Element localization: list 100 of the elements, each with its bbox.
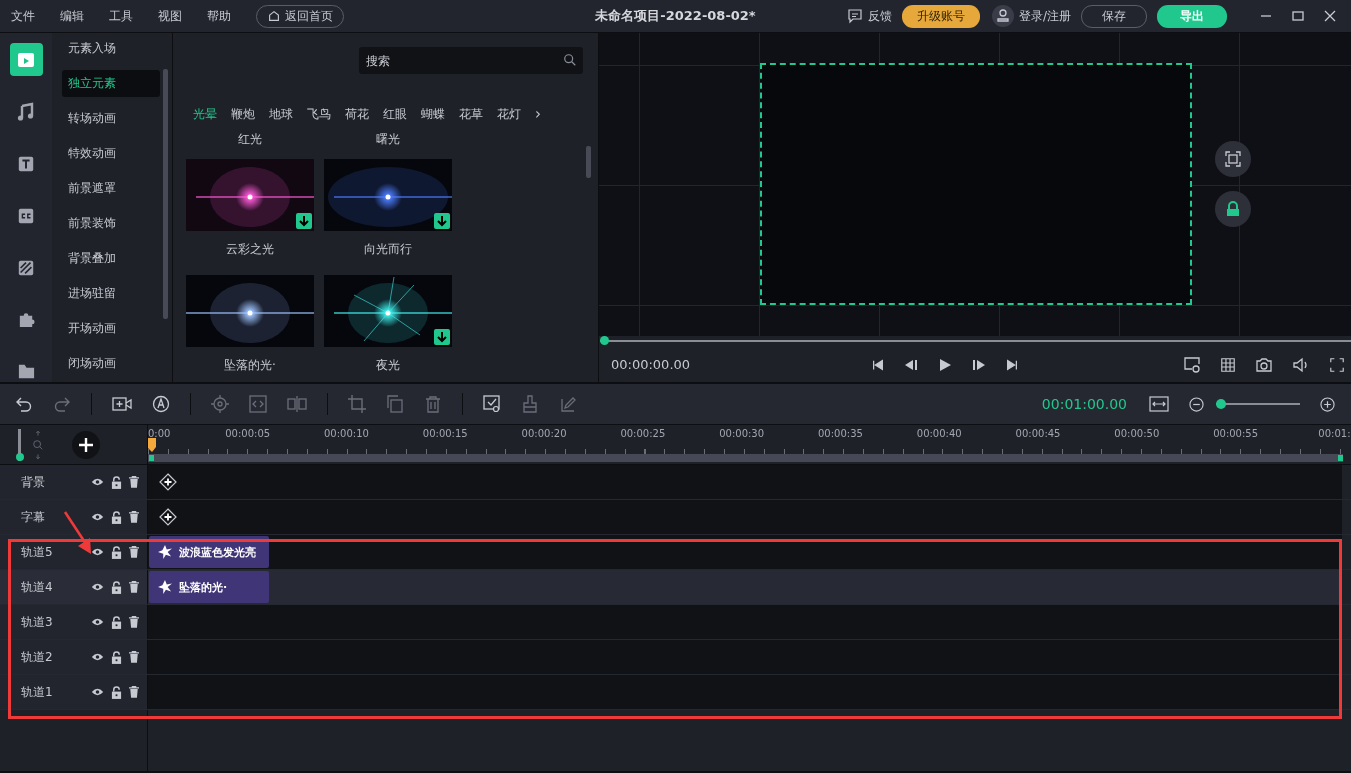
star-burst-icon (158, 580, 172, 594)
monitor-icon[interactable] (1183, 355, 1201, 374)
redo-icon[interactable] (53, 395, 71, 413)
add-keyframe-icon[interactable] (159, 473, 177, 491)
fit-button[interactable] (1215, 141, 1251, 177)
menu-item[interactable]: 工具 (109, 7, 133, 25)
lock-icon[interactable] (111, 545, 122, 559)
download-icon[interactable] (434, 213, 450, 229)
scrollbar[interactable] (586, 146, 591, 178)
brush-icon[interactable] (521, 395, 539, 413)
timeline-clip[interactable]: 波浪蓝色发光亮 (149, 536, 269, 568)
maximize-icon[interactable] (1291, 9, 1305, 23)
volume-icon[interactable] (1292, 355, 1310, 374)
time-label: 00:00:45 (1014, 428, 1062, 441)
delete-icon[interactable] (424, 395, 442, 413)
skip-start-icon[interactable] (871, 357, 885, 372)
eye-icon[interactable] (91, 652, 104, 662)
category-item[interactable]: 背景叠加 (62, 245, 160, 272)
sidebar-tab[interactable] (9, 43, 43, 76)
edit-icon[interactable] (559, 395, 577, 413)
tab[interactable]: 蝴蝶 (421, 105, 445, 123)
lock-button[interactable] (1215, 191, 1251, 227)
search-field[interactable]: 搜索 (359, 47, 583, 74)
text-icon (17, 154, 35, 173)
eye-icon[interactable] (91, 617, 104, 627)
lock-icon[interactable] (111, 685, 122, 699)
crop-icon[interactable] (348, 395, 366, 413)
tab[interactable]: 鞭炮 (231, 105, 255, 123)
target-icon[interactable] (211, 395, 229, 413)
skip-end-icon[interactable] (1005, 357, 1019, 372)
undo-icon[interactable] (15, 395, 33, 413)
download-icon[interactable] (434, 329, 450, 345)
camera-icon[interactable] (1255, 355, 1273, 374)
trash-icon[interactable] (129, 616, 139, 628)
split-icon[interactable] (287, 395, 307, 413)
trash-icon[interactable] (129, 686, 139, 698)
eye-icon[interactable] (91, 547, 104, 557)
fullscreen-icon[interactable] (1329, 356, 1345, 373)
in-marker[interactable] (149, 455, 154, 461)
eye-icon[interactable] (91, 512, 104, 522)
zoom-out-icon[interactable] (1189, 396, 1204, 412)
add-track-button[interactable] (72, 430, 100, 459)
lock-icon[interactable] (111, 650, 122, 664)
tab[interactable]: 花草 (459, 105, 483, 123)
scrollbar[interactable] (163, 69, 168, 319)
trash-icon[interactable] (129, 546, 139, 558)
upgrade-button[interactable]: 升级账号 (901, 4, 980, 28)
tab[interactable]: 光晕 (193, 105, 217, 123)
category-item[interactable]: 独立元素 (62, 70, 160, 97)
next-arrow[interactable]: › (535, 105, 541, 123)
category-item[interactable]: 进场驻留 (62, 280, 160, 307)
login-button[interactable]: 登录/注册 (991, 5, 1071, 27)
trash-icon[interactable] (129, 581, 139, 593)
asset-name: 向光而行 (364, 241, 412, 258)
tab[interactable]: 荷花 (345, 105, 369, 123)
add-keyframe-icon[interactable] (159, 508, 177, 526)
trash-icon[interactable] (129, 476, 139, 488)
playback-progress[interactable] (600, 336, 1351, 345)
menu-item[interactable]: 帮助 (207, 7, 231, 25)
tab[interactable]: 飞鸟 (307, 105, 331, 123)
category-item[interactable]: 元素入场 (62, 35, 160, 62)
lock-icon[interactable] (111, 475, 122, 489)
menu-item[interactable]: 视图 (158, 7, 182, 25)
time-label: 00:00:20 (520, 428, 568, 441)
out-marker[interactable] (1338, 455, 1343, 461)
download-icon[interactable] (296, 213, 312, 229)
category-item[interactable]: 前景遮罩 (62, 175, 160, 202)
time-label: 00:00:10 (323, 428, 370, 441)
lock-icon[interactable] (111, 510, 122, 524)
save-button[interactable]: 保存 (1081, 4, 1147, 28)
fit-timeline-icon[interactable] (1149, 396, 1169, 412)
grid-icon[interactable] (1220, 356, 1236, 373)
category-item[interactable]: 开场动画 (62, 315, 160, 342)
lock-icon[interactable] (111, 580, 122, 594)
trash-icon[interactable] (129, 511, 139, 523)
playhead[interactable] (148, 438, 156, 452)
lock-icon[interactable] (111, 615, 122, 629)
eye-icon[interactable] (91, 477, 104, 487)
record-icon[interactable] (112, 395, 132, 413)
eye-icon[interactable] (91, 582, 104, 592)
category-item[interactable]: 闭场动画 (62, 350, 160, 377)
tab[interactable]: 红眼 (383, 105, 407, 123)
play-icon[interactable] (937, 356, 953, 373)
track-height-slider[interactable] (16, 428, 24, 461)
category-item[interactable]: 前景装饰 (62, 210, 160, 237)
time-ruler[interactable]: 0:00 00:00:05 00:00:10 00:00:15 00:00:20 00:00:25 00:00:30 00:00:35 00:00:40 00:00:45 00:00:50 00:00:55 00:01: (148, 425, 1351, 464)
feedback-button[interactable]: 反馈 (846, 7, 892, 25)
eye-icon[interactable] (91, 687, 104, 697)
category-item[interactable]: 特效动画 (62, 140, 160, 167)
trash-icon[interactable] (129, 651, 139, 663)
tab[interactable]: 花灯 (497, 105, 521, 123)
preview-icon[interactable] (483, 395, 501, 413)
menu-item[interactable]: 文件 (11, 7, 35, 25)
close-icon[interactable] (1323, 9, 1337, 23)
code-icon[interactable] (249, 395, 267, 413)
zoom-in-icon[interactable] (1320, 396, 1335, 412)
timeline-clip[interactable]: 坠落的光· (149, 571, 269, 603)
tab[interactable]: 地球 (269, 105, 293, 123)
menu-item[interactable]: 编辑 (60, 7, 84, 25)
category-item[interactable]: 转场动画 (62, 105, 160, 132)
